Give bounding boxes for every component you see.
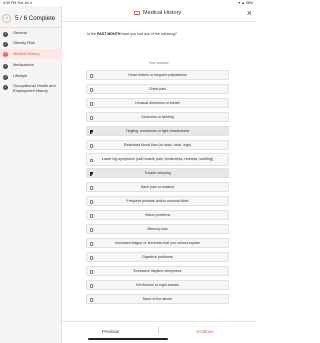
footer-divider: [158, 327, 159, 334]
checkbox[interactable]: [89, 186, 94, 190]
checkbox-checked[interactable]: [89, 172, 94, 176]
sidebar-item-label: General: [13, 30, 27, 35]
sidebar-item-label: Medications: [13, 62, 34, 67]
sidebar-divider: [0, 27, 62, 28]
check-circle-icon: ✓: [3, 74, 8, 80]
checkbox[interactable]: [89, 270, 94, 274]
question-emphasis: PAST MONTH: [97, 32, 121, 36]
checkbox[interactable]: [89, 144, 94, 148]
checkbox[interactable]: [89, 200, 94, 204]
answer-option[interactable]: Digestive problems: [86, 252, 229, 262]
checkbox[interactable]: [89, 102, 94, 106]
previous-button[interactable]: Previous: [102, 329, 119, 334]
sidebar-item-medications[interactable]: ✓ Medications: [0, 61, 62, 70]
answer-option-label: Vision problems: [144, 212, 171, 217]
checkbox[interactable]: [89, 242, 94, 246]
continue-button[interactable]: Continue: [196, 329, 214, 334]
answer-option-label: Chest pain: [148, 86, 167, 91]
sidebar: 5 / 6 Complete ✓ General ✓ Obesity Risk …: [0, 6, 62, 343]
answer-option[interactable]: Chest pain: [86, 84, 229, 94]
sidebar-item-medical-history[interactable]: ✓ Medical History: [0, 49, 62, 59]
checkbox[interactable]: [89, 116, 94, 120]
check-circle-icon: ✓: [3, 31, 8, 37]
answer-option-label: Increased fatigue or tiredness that you …: [114, 240, 201, 245]
question-text: In the PAST MONTH have you had any of th…: [87, 32, 177, 36]
answer-option-label: Memory loss: [147, 226, 168, 231]
answer-option-label: Heart flutters or frequent palpitations: [128, 72, 187, 77]
answer-option[interactable]: Lower leg symptoms (calf muscle pain, te…: [86, 153, 229, 166]
section-title: Medical History: [134, 10, 181, 16]
home-indicator: [88, 338, 168, 340]
answer-option-label: Restricted blood flow (to head, neck, le…: [124, 142, 191, 147]
checkbox[interactable]: [89, 74, 94, 78]
section-title-text: Medical History: [143, 10, 182, 16]
answer-option-label: None of the above: [142, 296, 173, 301]
answer-option[interactable]: Vision problems: [86, 210, 229, 220]
sidebar-item-label: Obesity Risk: [13, 40, 35, 45]
answer-option[interactable]: Tingling, numbness or light-headedness: [86, 126, 229, 136]
checkbox[interactable]: [89, 158, 94, 163]
check-circle-icon: ✓: [3, 41, 8, 47]
checkbox-checked[interactable]: [89, 130, 94, 134]
answer-option[interactable]: Excessive daytime sleepiness: [86, 266, 229, 276]
answer-option-label: Dizziness or fainting: [141, 114, 174, 119]
answer-option[interactable]: Frequent prostate and/or unusual thirst: [86, 196, 229, 206]
question-suffix: have you had any of the following?: [120, 32, 177, 36]
checkbox[interactable]: [89, 228, 94, 232]
sidebar-item-lifestyle[interactable]: ✓ Lifestyle: [0, 72, 62, 81]
progress-summary: 5 / 6 Complete: [2, 11, 60, 25]
answer-option[interactable]: Trouble sleeping: [86, 168, 229, 178]
checkbox[interactable]: [89, 88, 94, 92]
answer-option[interactable]: Heart flutters or frequent palpitations: [86, 70, 229, 80]
sidebar-item-label: Medical History: [13, 50, 40, 56]
progress-ring-icon: [2, 13, 11, 23]
medical-card-icon: [134, 11, 140, 15]
sidebar-item-label: Lifestyle: [13, 73, 28, 78]
answer-option-label: Trouble sleeping: [144, 170, 171, 175]
close-icon[interactable]: ×: [247, 8, 252, 18]
status-indicators: ● ▲ 38%: [238, 1, 253, 5]
sidebar-item-general[interactable]: ✓ General: [0, 29, 62, 38]
sidebar-item-label: Occupational Health and Employment Histo…: [13, 83, 56, 93]
sidebar-item-obesity-risk[interactable]: ✓ Obesity Risk: [0, 39, 62, 48]
section-header: Medical History ×: [62, 6, 256, 22]
main-panel: Medical History × In the PAST MONTH have…: [62, 6, 256, 343]
answer-label: Your answer:: [148, 61, 170, 65]
answer-option[interactable]: Memory loss: [86, 224, 229, 234]
answer-option[interactable]: Dizziness or fainting: [86, 112, 229, 122]
answer-option-label: Tingling, numbness or light-headedness: [125, 128, 190, 133]
check-circle-icon: ✓: [3, 52, 8, 57]
answer-option[interactable]: Hot flushes or night sweats: [86, 280, 229, 290]
checkbox[interactable]: [89, 256, 94, 260]
answer-option-label: Hot flushes or night sweats: [135, 282, 180, 287]
progress-label: 5 / 6 Complete: [15, 14, 56, 22]
answer-option-label: Lower leg symptoms (calf muscle pain, te…: [101, 157, 214, 162]
checkbox[interactable]: [89, 284, 94, 288]
answer-option[interactable]: Unusual shortness of breath: [86, 98, 229, 108]
answer-option[interactable]: None of the above: [86, 294, 229, 304]
checkbox[interactable]: [89, 298, 94, 302]
answer-option[interactable]: Back pain or sciatica: [86, 182, 229, 192]
answer-option[interactable]: Increased fatigue or tiredness that you …: [86, 238, 229, 248]
check-circle-icon: ✓: [3, 63, 8, 69]
answer-option-label: Excessive daytime sleepiness: [133, 268, 182, 273]
answer-option-label: Frequent prostate and/or unusual thirst: [126, 198, 189, 203]
question-prefix: In the: [87, 32, 97, 36]
sidebar-item-occupational-health[interactable]: ✓ Occupational Health and Employment His…: [0, 82, 62, 98]
status-time: 4:30 PM Tue Jul 4: [3, 1, 32, 5]
answer-option[interactable]: Restricted blood flow (to head, neck, le…: [86, 140, 229, 150]
answer-option-label: Back pain or sciatica: [141, 184, 174, 189]
check-circle-icon: ✓: [3, 84, 8, 90]
checkbox[interactable]: [89, 214, 94, 218]
answer-option-label: Unusual shortness of breath: [135, 100, 180, 105]
answer-option-label: Digestive problems: [142, 254, 173, 259]
